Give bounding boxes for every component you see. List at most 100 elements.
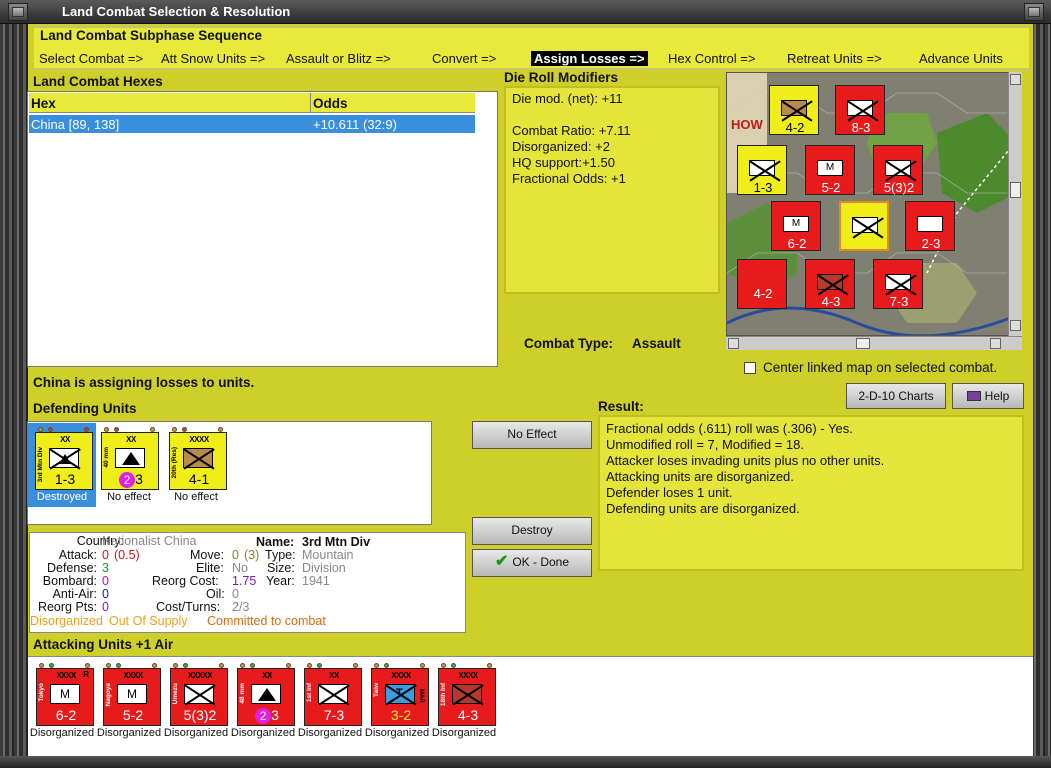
attacker-status-7: Disorganized <box>431 727 497 739</box>
window-close-button[interactable] <box>1024 3 1044 21</box>
col-divider <box>310 93 311 113</box>
unit-strength: 3-2 <box>390 707 412 723</box>
defender-status-3: No effect <box>174 491 218 503</box>
defending-title: Defending Units <box>33 401 137 416</box>
linked-map[interactable]: HOW 4-2 8-3 1-3 M 5-2 5(3)2 M 6-2 2-3 4-2 … <box>726 72 1022 336</box>
mod-line: Fractional Odds: +1 <box>512 171 626 186</box>
map-unit[interactable]: 4-3 <box>805 259 855 309</box>
unit-name: Umezu <box>172 683 179 705</box>
unit-info-panel: Country: Nationalist China Name: 3rd Mtn… <box>29 532 466 633</box>
modifiers-panel: Die mod. (net): +11 Combat Ratio: +7.11 … <box>504 86 720 294</box>
scroll-thumb[interactable] <box>1010 182 1021 198</box>
map-vertical-scrollbar[interactable] <box>1008 72 1022 336</box>
attacking-title: Attacking Units +1 Air <box>33 637 174 652</box>
mountain-icon <box>59 454 71 464</box>
attacker-unit-5[interactable]: XX 1st Inf 7-3 <box>304 663 362 726</box>
unit-name: Taiw <box>373 683 380 697</box>
combat-type-label: Combat Type: <box>524 336 614 351</box>
attacker-status-4: Disorganized <box>230 727 296 739</box>
map-horizontal-scrollbar[interactable] <box>726 336 1022 350</box>
book-icon <box>966 391 981 401</box>
subphase-title: Land Combat Subphase Sequence <box>40 28 263 43</box>
window-title: Land Combat Selection & Resolution <box>62 4 291 19</box>
info-reorg-pts: 0 <box>102 600 109 614</box>
unit-size: XX <box>126 435 136 444</box>
attacker-unit-4[interactable]: XX 48 mm 23 <box>237 663 295 726</box>
charts-button[interactable]: 2-D-10 Charts <box>846 383 946 409</box>
map-unit[interactable]: 1-3 <box>737 145 787 195</box>
info-status-supply: Out Of Supply <box>109 614 188 628</box>
ok-done-button[interactable]: ✔ OK - Done <box>472 549 592 577</box>
result-line: Unmodified roll = 7, Modified = 18. <box>606 437 804 452</box>
unit-name: 18th Inf <box>440 683 447 707</box>
attacker-unit-3[interactable]: XXXXX Umezu 5(3)2 <box>170 663 228 726</box>
window-menu-button[interactable] <box>8 3 28 21</box>
map-unit[interactable]: 7-3 <box>873 259 923 309</box>
defender-unit-2[interactable]: XX 40 mm 23 <box>101 427 159 490</box>
info-year-label: Year: <box>266 574 295 588</box>
svg-text:HOW: HOW <box>731 117 764 132</box>
map-unit[interactable]: 8-3 <box>835 85 885 135</box>
result-line: Fractional odds (.611) roll was (.306) -… <box>606 421 853 436</box>
scroll-left-button[interactable] <box>728 338 739 349</box>
attacker-status-2: Disorganized <box>96 727 162 739</box>
map-unit[interactable]: 2-3 <box>905 201 955 251</box>
unit-badge: 2 <box>255 708 272 724</box>
defender-unit-1[interactable]: XX 3rd Mtn Div 1-3 <box>35 427 93 490</box>
attacker-status-5: Disorganized <box>297 727 363 739</box>
unit-size: XX <box>262 671 272 680</box>
result-line: Attacking units are disorganized. <box>606 469 794 484</box>
info-cost-turns-label: Cost/Turns: <box>156 600 221 614</box>
odds-cell: +10.611 (32:9) <box>313 117 397 132</box>
mod-line <box>512 107 712 123</box>
phase-hex-control: Hex Control => <box>668 51 756 66</box>
attacker-unit-7[interactable]: XXXX 18th Inf 4-3 <box>438 663 496 726</box>
unit-size: XX <box>60 435 70 444</box>
unit-strength: 7-3 <box>323 707 345 723</box>
scroll-up-button[interactable] <box>1010 74 1021 85</box>
scroll-h-thumb[interactable] <box>856 338 870 349</box>
unit-size: XXXX <box>189 435 209 444</box>
mod-line: HQ support:+1.50 <box>512 155 615 170</box>
map-unit-selected[interactable] <box>839 201 889 251</box>
col-hex[interactable]: Hex <box>31 96 56 111</box>
unit-name: 1st Inf <box>306 683 313 703</box>
unit-size: XXXX <box>123 671 143 680</box>
phase-advance: Advance Units <box>919 51 1003 66</box>
map-unit[interactable]: M 5-2 <box>805 145 855 195</box>
phase-assign-losses: Assign Losses => <box>531 51 648 66</box>
unit-badge: 2 <box>119 472 136 488</box>
result-line: Attacker loses invading units plus no ot… <box>606 453 885 468</box>
phase-retreat: Retreat Units => <box>787 51 882 66</box>
help-button[interactable]: Help <box>952 383 1024 409</box>
map-unit[interactable]: M 6-2 <box>771 201 821 251</box>
no-effect-button[interactable]: No Effect <box>472 421 592 449</box>
map-unit[interactable]: 4-2 <box>769 85 819 135</box>
window-frame-right <box>1031 0 1051 768</box>
phase-convert: Convert => <box>432 51 497 66</box>
scroll-down-button[interactable] <box>1010 320 1021 331</box>
scroll-right-button[interactable] <box>990 338 1001 349</box>
infantry-icon <box>184 684 214 704</box>
artillery-icon <box>258 688 276 701</box>
result-title: Result: <box>598 399 644 414</box>
attacker-status-1: Disorganized <box>29 727 95 739</box>
defender-unit-3[interactable]: XXXX 20th (Res) 4-1 <box>169 427 227 490</box>
result-line: Defender loses 1 unit. <box>606 485 733 500</box>
col-odds[interactable]: Odds <box>313 96 348 111</box>
map-unit[interactable]: 5(3)2 <box>873 145 923 195</box>
map-unit[interactable]: 4-2 <box>737 259 787 309</box>
destroy-button[interactable]: Destroy <box>472 517 592 545</box>
attacker-unit-2[interactable]: XXXX Nagoya M 5-2 <box>103 663 161 726</box>
phase-assault-blitz: Assault or Blitz => <box>286 51 391 66</box>
checkmark-icon: ✔ <box>494 553 509 570</box>
result-panel: Fractional odds (.611) roll was (.306) -… <box>598 415 1024 571</box>
unit-strength: 5-2 <box>122 707 144 723</box>
attacker-unit-6[interactable]: XXXX Taiw MAR T 3-2 <box>371 663 429 726</box>
unit-reserve: R <box>83 670 89 679</box>
center-map-checkbox[interactable] <box>744 362 756 374</box>
attacker-unit-1[interactable]: XXXX R Tokyo M 6-2 <box>36 663 94 726</box>
modifiers-title: Die Roll Modifiers <box>504 70 619 85</box>
phase-att-snow: Att Snow Units => <box>161 51 266 66</box>
infantry-icon <box>452 684 482 704</box>
